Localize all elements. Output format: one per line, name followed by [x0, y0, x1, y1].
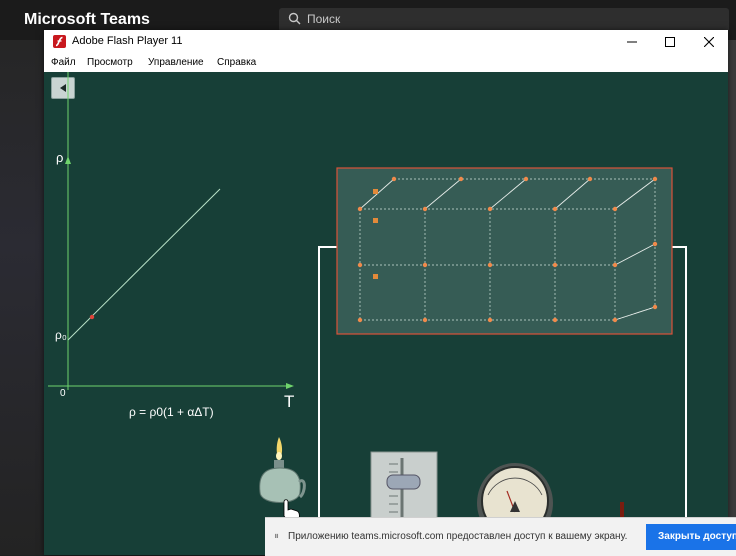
maximize-icon [665, 37, 675, 47]
menu-file[interactable]: Файл [51, 57, 76, 68]
maximize-button[interactable] [655, 32, 685, 52]
close-button[interactable] [694, 32, 724, 52]
flash-stage[interactable]: ρ ρ₀ 0 T ρ = ρ0(1 + αΔT) [44, 72, 728, 555]
close-icon [704, 37, 714, 47]
x-axis-arrow [286, 383, 294, 389]
menu-control[interactable]: Управление [148, 57, 204, 68]
flash-title-bar[interactable]: Adobe Flash Player 11 [44, 30, 728, 54]
teams-background-right [728, 40, 736, 555]
screen-share-notification: ⏸ Приложению teams.microsoft.com предост… [265, 517, 736, 556]
menu-view[interactable]: Просмотр [87, 57, 133, 68]
rheostat-slider[interactable] [386, 474, 421, 490]
y-axis-arrow [65, 156, 71, 164]
search-input[interactable]: Поиск [307, 12, 340, 26]
pause-icon: ⏸ [274, 531, 279, 542]
y-axis-label: ρ [56, 150, 64, 165]
flash-logo-icon [53, 35, 66, 48]
notification-text: Приложению teams.microsoft.com предостав… [288, 531, 628, 542]
teams-app-title: Microsoft Teams [24, 11, 150, 28]
origin-label: 0 [60, 388, 66, 399]
x-axis-label: T [284, 392, 295, 411]
spirit-lamp-icon[interactable] [259, 437, 306, 503]
teams-search-box[interactable]: Поиск [279, 8, 729, 32]
rho-temperature-graph [48, 72, 294, 390]
current-state-point [89, 314, 95, 320]
teams-background-left [0, 40, 44, 555]
flash-player-window: Adobe Flash Player 11 Файл Просмотр Упра… [44, 30, 728, 555]
crystal-lattice [336, 167, 673, 335]
menu-help[interactable]: Справка [217, 57, 256, 68]
y-intercept-label: ρ₀ [55, 328, 67, 342]
stop-sharing-button[interactable]: Закрыть доступ [646, 524, 736, 550]
formula-label: ρ = ρ0(1 + αΔT) [129, 405, 214, 419]
flash-window-title: Adobe Flash Player 11 [72, 35, 183, 47]
flash-menu-bar: Файл Просмотр Управление Справка [44, 54, 728, 72]
lattice-box [336, 167, 673, 335]
minimize-icon [627, 41, 637, 43]
simulation-canvas [48, 72, 687, 555]
minimize-button[interactable] [617, 32, 647, 52]
search-icon [288, 12, 301, 30]
